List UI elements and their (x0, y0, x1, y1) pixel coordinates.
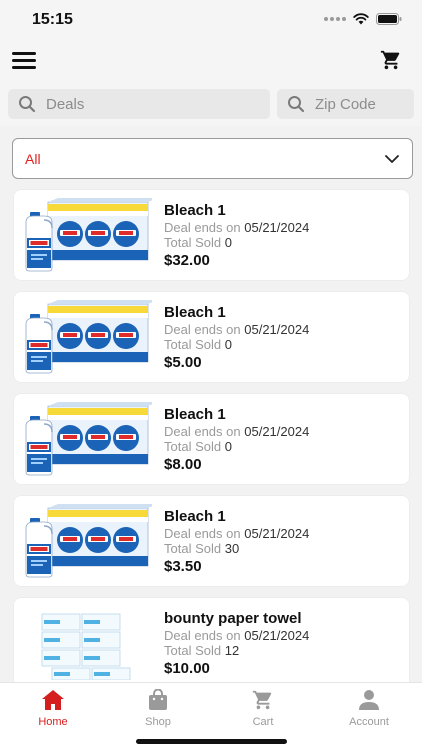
deal-info: Bleach 1 Deal ends on 05/21/2024 Total Sol… (164, 405, 309, 475)
deals-search-input[interactable] (46, 95, 230, 113)
product-image (22, 198, 158, 272)
category-filter-dropdown[interactable]: All (12, 138, 413, 179)
product-image (22, 300, 158, 374)
deal-ends: Deal ends on 05/21/2024 (164, 220, 309, 235)
battery-icon (376, 13, 402, 25)
deal-title: Bleach 1 (164, 406, 226, 423)
deal-ends-date: 05/21/2024 (244, 526, 310, 541)
deal-card[interactable]: bounty paper towel Deal ends on 05/21/202… (14, 598, 409, 682)
search-icon (288, 96, 305, 113)
cart-icon (252, 690, 272, 710)
deal-ends-date: 05/21/2024 (244, 220, 310, 235)
deal-card[interactable]: Bleach 1 Deal ends on 05/21/2024 Total Sol… (14, 190, 409, 280)
deal-title: bounty paper towel (164, 610, 302, 627)
deal-sold-label: Total Sold (164, 235, 222, 250)
deal-sold-label: Total Sold (164, 643, 222, 658)
tab-account-label: Account (349, 716, 389, 728)
deal-card[interactable]: Bleach 1 Deal ends on 05/21/2024 Total Sol… (14, 496, 409, 586)
product-image (22, 402, 158, 476)
deal-ends-date: 05/21/2024 (244, 322, 310, 337)
deal-card[interactable]: Bleach 1 Deal ends on 05/21/2024 Total Sol… (14, 292, 409, 382)
deal-ends: Deal ends on 05/21/2024 (164, 526, 309, 541)
deal-price: $32.00 (164, 252, 210, 269)
deal-sold: Total Sold 0 (164, 337, 309, 352)
deal-ends-date: 05/21/2024 (244, 424, 310, 439)
deal-ends: Deal ends on 05/21/2024 (164, 322, 309, 337)
deal-sold-count: 0 (224, 235, 232, 250)
status-time: 15:15 (32, 11, 73, 28)
deal-sold-count: 0 (224, 337, 232, 352)
chevron-down-icon (385, 155, 399, 163)
tab-account[interactable]: Account (329, 689, 409, 728)
deals-content[interactable]: All Bleach 1 Deal ends on 05/21/2024 Tot… (0, 126, 422, 682)
deal-ends-label: Deal ends on (164, 424, 241, 439)
home-icon (42, 690, 64, 710)
product-image (22, 504, 158, 578)
product-image (22, 606, 152, 681)
deal-info: Bleach 1 Deal ends on 05/21/2024 Total Sol… (164, 201, 309, 271)
deal-card[interactable]: Bleach 1 Deal ends on 05/21/2024 Total Sol… (14, 394, 409, 484)
deal-sold: Total Sold 12 (164, 643, 309, 658)
account-icon (359, 690, 379, 710)
deal-ends-label: Deal ends on (164, 322, 241, 337)
search-icon (19, 96, 36, 113)
tab-cart[interactable]: Cart (223, 689, 303, 728)
deal-ends-label: Deal ends on (164, 526, 241, 541)
zip-search-field[interactable] (277, 89, 414, 119)
deal-price: $5.00 (164, 354, 202, 371)
deals-search-field[interactable] (8, 89, 270, 119)
deal-ends-label: Deal ends on (164, 220, 241, 235)
tab-shop[interactable]: Shop (118, 689, 198, 728)
deal-info: Bleach 1 Deal ends on 05/21/2024 Total Sol… (164, 507, 309, 577)
deal-sold-count: 12 (224, 643, 240, 658)
home-indicator (136, 739, 287, 744)
deal-list: Bleach 1 Deal ends on 05/21/2024 Total Sol… (14, 190, 409, 682)
status-bar: 15:15 (0, 0, 422, 40)
filter-selected-value: All (25, 150, 41, 167)
tab-cart-label: Cart (252, 716, 274, 728)
zip-code-input[interactable] (315, 95, 411, 113)
wifi-icon (353, 13, 369, 25)
deal-sold: Total Sold 30 (164, 541, 309, 556)
tab-shop-label: Shop (145, 716, 171, 728)
deal-sold-label: Total Sold (164, 337, 222, 352)
deal-sold: Total Sold 0 (164, 439, 309, 454)
deal-info: bounty paper towel Deal ends on 05/21/202… (164, 609, 309, 679)
tab-home-label: Home (38, 716, 68, 728)
shopping-bag-icon (149, 689, 167, 710)
deal-price: $10.00 (164, 660, 210, 677)
app-header (0, 40, 422, 126)
deal-title: Bleach 1 (164, 202, 226, 219)
deal-ends-label: Deal ends on (164, 628, 241, 643)
deal-price: $3.50 (164, 558, 202, 575)
tab-home[interactable]: Home (13, 689, 93, 728)
cart-icon[interactable] (380, 49, 402, 71)
deal-title: Bleach 1 (164, 304, 226, 321)
deal-sold-count: 30 (224, 541, 240, 556)
deal-price: $8.00 (164, 456, 202, 473)
status-icons (324, 13, 402, 25)
deal-title: Bleach 1 (164, 508, 226, 525)
deal-sold-label: Total Sold (164, 439, 222, 454)
deal-sold-count: 0 (224, 439, 232, 454)
deal-ends: Deal ends on 05/21/2024 (164, 628, 309, 643)
deal-ends-date: 05/21/2024 (244, 628, 310, 643)
deal-sold: Total Sold 0 (164, 235, 309, 250)
cellular-signal-icon (324, 17, 346, 21)
deal-ends: Deal ends on 05/21/2024 (164, 424, 309, 439)
hamburger-menu-icon[interactable] (12, 52, 36, 70)
deal-sold-label: Total Sold (164, 541, 222, 556)
deal-info: Bleach 1 Deal ends on 05/21/2024 Total Sol… (164, 303, 309, 373)
